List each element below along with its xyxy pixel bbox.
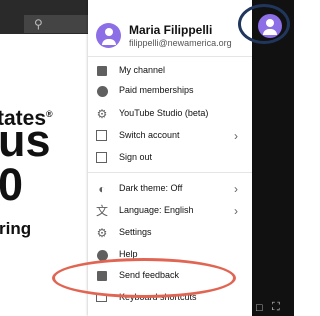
menu-item-paid-memberships[interactable]: Paid memberships (88, 81, 252, 101)
menu-divider (88, 172, 252, 173)
menu-item-my-channel[interactable]: My channel (88, 61, 252, 81)
translate-icon: 文 (95, 204, 108, 218)
annotation-oval (52, 258, 236, 298)
account-box-icon (95, 64, 109, 78)
background-search-box[interactable]: ⚲ (24, 15, 88, 33)
menu-item-label: YouTube Studio (beta) (119, 108, 209, 118)
menu-item-label: Sign out (119, 152, 153, 162)
chevron-right-icon: › (234, 129, 238, 143)
menu-item-settings[interactable]: ⚙ Settings (88, 223, 252, 243)
chevron-right-icon: › (234, 182, 238, 196)
search-icon[interactable]: ⚲ (34, 17, 43, 31)
switch-account-icon (95, 129, 109, 143)
chevron-right-icon: › (234, 204, 238, 218)
menu-item-label: Settings (119, 227, 152, 237)
background-text-line: ring (0, 219, 32, 238)
dark-theme-icon: ◐ (98, 182, 106, 196)
annotation-circle (238, 4, 290, 44)
menu-item-label: Language: English (119, 205, 194, 215)
background-text-line: 0 (0, 159, 24, 210)
menu-item-label: Switch account (119, 130, 180, 140)
menu-item-label: Paid memberships (119, 85, 194, 95)
gear-icon: ⚙ (96, 107, 108, 121)
menu-item-switch-account[interactable]: Switch account › (88, 126, 252, 146)
dollar-icon (95, 84, 109, 98)
account-email: filippelli@newamerica.org (129, 38, 232, 48)
miniplayer-icon[interactable]: □ (256, 302, 263, 314)
gear-icon: ⚙ (96, 226, 108, 240)
fullscreen-icon[interactable]: ⛶ (272, 301, 280, 314)
menu-item-label: My channel (119, 65, 166, 75)
menu-item-label: Dark theme: Off (119, 183, 183, 193)
sign-out-icon (95, 151, 109, 165)
menu-item-language[interactable]: 文 Language: English › (88, 201, 252, 221)
account-header: Maria Filippelli filippelli@newamerica.o… (88, 0, 252, 57)
account-name: Maria Filippelli (129, 23, 213, 37)
background-text-line: us (0, 115, 51, 166)
avatar (96, 23, 121, 48)
menu-item-youtube-studio[interactable]: ⚙ YouTube Studio (beta) (88, 104, 252, 124)
menu-item-sign-out[interactable]: Sign out (88, 148, 252, 168)
menu-item-dark-theme[interactable]: ◐ Dark theme: Off › (88, 179, 252, 199)
video-player-edge: □ ⛶ (252, 0, 294, 316)
background-masthead: ⚲ (0, 0, 88, 34)
